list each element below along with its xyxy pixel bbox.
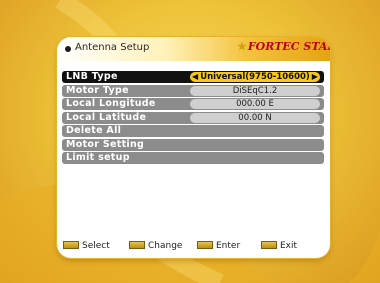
brand-name: FORTEC STAR: [247, 40, 330, 53]
menu-item-label: LNB Type: [66, 71, 118, 82]
menu-item-label: Delete All: [66, 125, 122, 136]
menu-item-motor-type[interactable]: Motor Type DiSEqC1.2: [62, 84, 324, 97]
select-key-icon: [63, 240, 79, 249]
enter-key-icon: [197, 240, 213, 249]
hint-exit: Exit: [261, 240, 298, 251]
page-title: Antenna Setup: [75, 42, 150, 53]
panel-header: Antenna Setup ★FORTEC STAR: [57, 37, 330, 61]
key-hints-bar: Select Change Enter Exit: [57, 240, 330, 254]
exit-key-icon: [261, 240, 277, 249]
menu-item-local-latitude[interactable]: Local Latitude 00.00 N: [62, 111, 324, 124]
longitude-value[interactable]: 000.00 E: [190, 99, 320, 109]
lnb-type-selector[interactable]: ◀ Universal(9750-10600) ▶: [190, 72, 320, 82]
lnb-type-value: Universal(9750-10600): [200, 72, 310, 82]
brand-logo: ★FORTEC STAR: [237, 40, 330, 53]
menu-item-label: Motor Type: [66, 84, 129, 96]
arrow-right-icon[interactable]: ▶: [312, 72, 318, 82]
menu-item-label: Local Longitude: [66, 98, 156, 109]
antenna-setup-panel: Antenna Setup ★FORTEC STAR LNB Type ◀ Uni…: [57, 37, 330, 258]
star-icon: ★: [237, 40, 247, 53]
menu-item-label: Motor Setting: [66, 138, 145, 150]
menu-item-motor-setting[interactable]: Motor Setting: [62, 138, 324, 151]
hint-change-label: Change: [148, 241, 183, 251]
menu-item-label: Local Latitude: [66, 111, 147, 123]
hint-exit-label: Exit: [280, 241, 298, 251]
menu-item-limit-setup[interactable]: Limit setup: [62, 152, 324, 164]
hint-select: Select: [63, 240, 110, 251]
hint-enter-label: Enter: [216, 241, 241, 251]
hint-enter: Enter: [197, 240, 241, 251]
settings-menu: LNB Type ◀ Universal(9750-10600) ▶ Motor T…: [62, 71, 324, 166]
menu-item-local-longitude[interactable]: Local Longitude 000.00 E: [62, 98, 324, 110]
change-key-icon: [129, 240, 145, 249]
latitude-value[interactable]: 00.00 N: [190, 112, 320, 123]
tv-screen: Antenna Setup ★FORTEC STAR LNB Type ◀ Uni…: [0, 0, 380, 283]
motor-type-value[interactable]: DiSEqC1.2: [190, 85, 320, 96]
bullet-icon: [65, 46, 71, 52]
hint-select-label: Select: [82, 241, 110, 251]
arrow-left-icon[interactable]: ◀: [192, 72, 198, 82]
menu-item-lnb-type[interactable]: LNB Type ◀ Universal(9750-10600) ▶: [62, 71, 324, 83]
hint-change: Change: [129, 240, 183, 251]
menu-item-delete-all[interactable]: Delete All: [62, 125, 324, 137]
menu-item-label: Limit setup: [66, 152, 130, 163]
